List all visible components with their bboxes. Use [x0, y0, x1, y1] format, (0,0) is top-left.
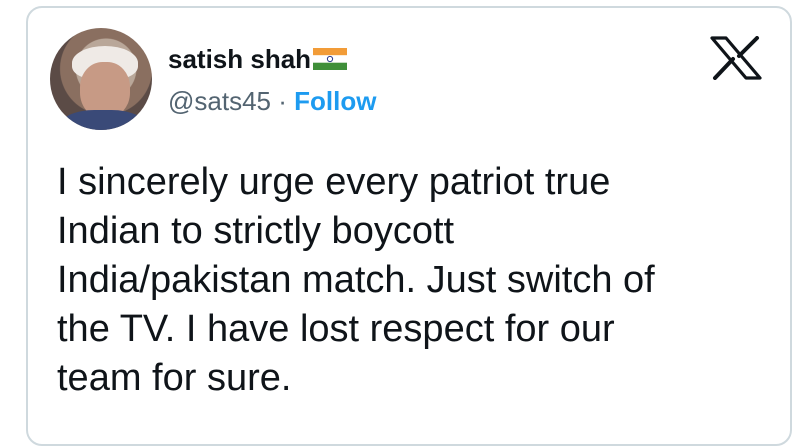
- display-name[interactable]: satish shah: [168, 44, 311, 74]
- avatar[interactable]: [50, 28, 152, 130]
- avatar-shirt: [60, 110, 146, 130]
- author-name[interactable]: satish shah: [168, 44, 348, 75]
- separator-dot: ·: [278, 86, 287, 116]
- author-handle[interactable]: @sats45: [168, 86, 271, 116]
- x-logo-icon[interactable]: [710, 36, 762, 80]
- tweet-text: I sincerely urge every patriot true Indi…: [57, 161, 655, 399]
- author-handle-line: @sats45 · Follow: [168, 86, 376, 117]
- follow-button[interactable]: Follow: [294, 86, 376, 116]
- india-flag-icon: [313, 48, 348, 71]
